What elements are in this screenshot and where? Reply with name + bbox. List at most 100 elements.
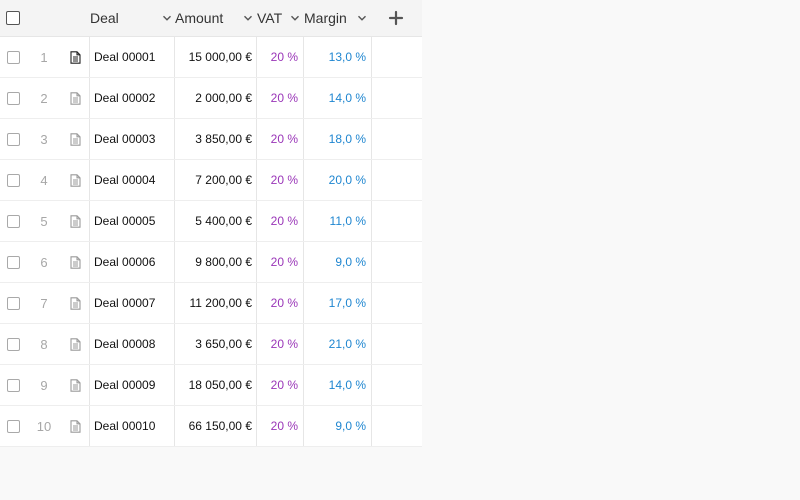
table-row[interactable]: 8 Deal 00008 3 650,00 € 20 % 21,0 % (0, 324, 422, 365)
cell-amount[interactable]: 5 400,00 € (175, 201, 257, 241)
row-number: 2 (40, 90, 48, 106)
row-document-button[interactable] (62, 160, 90, 200)
row-document-button[interactable] (62, 119, 90, 159)
table-row[interactable]: 3 Deal 00003 3 850,00 € 20 % 18,0 % (0, 119, 422, 160)
table-row[interactable]: 5 Deal 00005 5 400,00 € 20 % 11,0 % (0, 201, 422, 242)
cell-deal[interactable]: Deal 00010 (90, 406, 175, 446)
row-select-checkbox[interactable] (0, 201, 26, 241)
cell-deal[interactable]: Deal 00001 (90, 37, 175, 77)
cell-vat[interactable]: 20 % (257, 365, 304, 405)
document-icon (70, 419, 81, 433)
chevron-down-icon[interactable] (290, 13, 300, 23)
row-number: 6 (40, 254, 48, 270)
row-select-checkbox[interactable] (0, 406, 26, 446)
checkbox-icon (6, 337, 20, 351)
row-number: 9 (40, 377, 48, 393)
table-row[interactable]: 4 Deal 00004 7 200,00 € 20 % 20,0 % (0, 160, 422, 201)
table-row[interactable]: 1 Deal 00001 15 000,00 € 20 % 13,0 % (0, 37, 422, 78)
cell-deal[interactable]: Deal 00002 (90, 78, 175, 118)
table-row[interactable]: 9 Deal 00009 18 050,00 € 20 % 14,0 % (0, 365, 422, 406)
row-document-button[interactable] (62, 365, 90, 405)
document-icon (70, 337, 81, 351)
row-number: 5 (40, 213, 48, 229)
document-icon (70, 255, 81, 269)
cell-deal[interactable]: Deal 00009 (90, 365, 175, 405)
row-select-checkbox[interactable] (0, 37, 26, 77)
cell-amount[interactable]: 15 000,00 € (175, 37, 257, 77)
cell-vat[interactable]: 20 % (257, 160, 304, 200)
checkbox-icon (6, 132, 20, 146)
cell-deal[interactable]: Deal 00004 (90, 160, 175, 200)
cell-amount[interactable]: 2 000,00 € (175, 78, 257, 118)
row-document-button[interactable] (62, 283, 90, 323)
row-document-button[interactable] (62, 78, 90, 118)
cell-margin[interactable]: 14,0 % (304, 78, 372, 118)
row-number: 8 (40, 336, 48, 352)
row-select-checkbox[interactable] (0, 160, 26, 200)
cell-amount[interactable]: 3 650,00 € (175, 324, 257, 364)
chevron-down-icon[interactable] (357, 13, 367, 23)
row-document-button[interactable] (62, 201, 90, 241)
cell-margin[interactable]: 9,0 % (304, 242, 372, 282)
column-header-label: Margin (304, 10, 347, 26)
table-row[interactable]: 7 Deal 00007 11 200,00 € 20 % 17,0 % (0, 283, 422, 324)
cell-vat[interactable]: 20 % (257, 119, 304, 159)
row-select-checkbox[interactable] (0, 78, 26, 118)
grid-body: 1 Deal 00001 15 000,00 € 20 % 13,0 % 2 D… (0, 37, 422, 447)
cell-margin[interactable]: 20,0 % (304, 160, 372, 200)
table-row[interactable]: 10 Deal 00010 66 150,00 € 20 % 9,0 % (0, 406, 422, 447)
cell-vat[interactable]: 20 % (257, 283, 304, 323)
column-header-label: Amount (175, 10, 224, 26)
row-number: 4 (40, 172, 48, 188)
cell-amount[interactable]: 3 850,00 € (175, 119, 257, 159)
cell-deal[interactable]: Deal 00005 (90, 201, 175, 241)
column-header-label: Deal (90, 10, 119, 26)
row-number: 7 (40, 295, 48, 311)
cell-vat[interactable]: 20 % (257, 201, 304, 241)
document-icon (70, 132, 81, 146)
column-header-deal[interactable]: Deal (90, 0, 172, 36)
cell-vat[interactable]: 20 % (257, 242, 304, 282)
table-row[interactable]: 6 Deal 00006 9 800,00 € 20 % 9,0 % (0, 242, 422, 283)
select-all-checkbox[interactable] (6, 11, 20, 25)
document-icon (70, 91, 81, 105)
row-document-button[interactable] (62, 37, 90, 77)
cell-amount[interactable]: 66 150,00 € (175, 406, 257, 446)
row-select-checkbox[interactable] (0, 242, 26, 282)
cell-amount[interactable]: 18 050,00 € (175, 365, 257, 405)
cell-margin[interactable]: 21,0 % (304, 324, 372, 364)
table-row[interactable]: 2 Deal 00002 2 000,00 € 20 % 14,0 % (0, 78, 422, 119)
column-header-margin[interactable]: Margin (304, 0, 367, 36)
cell-vat[interactable]: 20 % (257, 324, 304, 364)
chevron-down-icon[interactable] (162, 13, 172, 23)
row-document-button[interactable] (62, 324, 90, 364)
cell-margin[interactable]: 18,0 % (304, 119, 372, 159)
row-select-checkbox[interactable] (0, 365, 26, 405)
cell-vat[interactable]: 20 % (257, 406, 304, 446)
row-document-button[interactable] (62, 242, 90, 282)
row-select-checkbox[interactable] (0, 324, 26, 364)
cell-margin[interactable]: 9,0 % (304, 406, 372, 446)
cell-amount[interactable]: 11 200,00 € (175, 283, 257, 323)
checkbox-icon (6, 50, 20, 64)
row-select-checkbox[interactable] (0, 283, 26, 323)
add-column-button[interactable] (388, 10, 404, 26)
cell-deal[interactable]: Deal 00007 (90, 283, 175, 323)
cell-deal[interactable]: Deal 00006 (90, 242, 175, 282)
cell-deal[interactable]: Deal 00003 (90, 119, 175, 159)
cell-vat[interactable]: 20 % (257, 78, 304, 118)
column-header-vat[interactable]: VAT (257, 0, 300, 36)
column-header-amount[interactable]: Amount (175, 0, 253, 36)
cell-amount[interactable]: 7 200,00 € (175, 160, 257, 200)
row-document-button[interactable] (62, 406, 90, 446)
cell-margin[interactable]: 14,0 % (304, 365, 372, 405)
cell-deal[interactable]: Deal 00008 (90, 324, 175, 364)
cell-vat[interactable]: 20 % (257, 37, 304, 77)
cell-margin[interactable]: 13,0 % (304, 37, 372, 77)
chevron-down-icon[interactable] (243, 13, 253, 23)
row-select-checkbox[interactable] (0, 119, 26, 159)
cell-amount[interactable]: 9 800,00 € (175, 242, 257, 282)
cell-margin[interactable]: 17,0 % (304, 283, 372, 323)
cell-margin[interactable]: 11,0 % (304, 201, 372, 241)
deals-grid: Deal Amount VAT Margin 1 Deal 00001 15 0… (0, 0, 422, 447)
